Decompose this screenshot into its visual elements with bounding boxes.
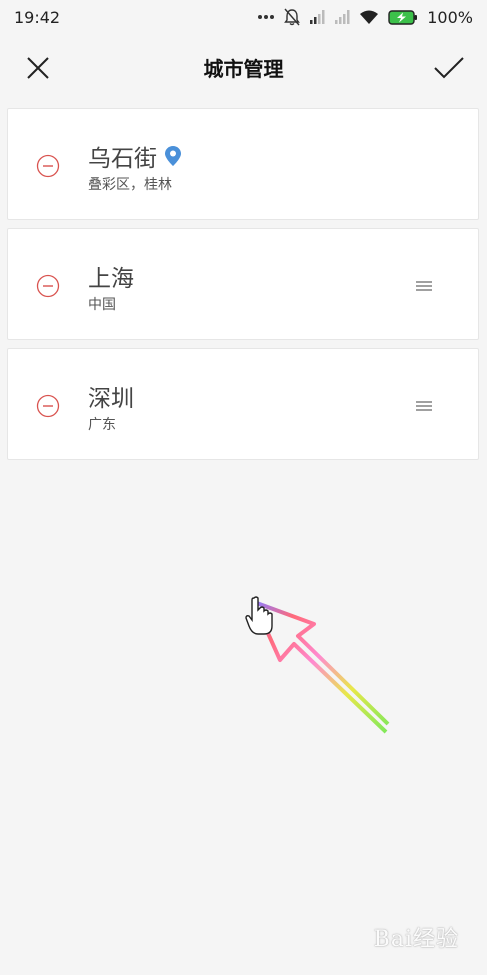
city-name: 乌石街 — [88, 146, 157, 172]
city-region: 中国 — [88, 297, 116, 313]
annotation-arrow-icon — [245, 596, 390, 734]
city-name-row: 上海 — [88, 259, 134, 293]
check-icon[interactable] — [433, 54, 465, 82]
more-dots-icon — [258, 15, 275, 19]
city-list: 乌石街 叠彩区，桂林 上海 中国 深圳 广东 — [7, 108, 479, 468]
remove-icon[interactable] — [36, 274, 60, 298]
status-time: 19:42 — [14, 7, 61, 27]
mute-bell-icon — [284, 8, 301, 26]
city-name: 深圳 — [88, 386, 134, 412]
city-name: 上海 — [88, 266, 134, 292]
page-title: 城市管理 — [203, 57, 284, 81]
city-name-row: 乌石街 — [88, 139, 181, 173]
top-bar: 城市管理 — [0, 34, 487, 100]
city-region: 叠彩区，桂林 — [88, 177, 172, 193]
watermark: Bai经验 — [373, 927, 459, 952]
city-card[interactable]: 上海 中国 — [7, 228, 479, 340]
wifi-icon — [360, 10, 379, 24]
remove-icon[interactable] — [36, 154, 60, 178]
signal-icon — [335, 10, 350, 24]
city-region: 广东 — [88, 417, 116, 433]
drag-handle-icon[interactable] — [416, 400, 432, 412]
status-bar: 19:42 100% — [0, 0, 487, 34]
city-name-row: 深圳 — [88, 379, 134, 413]
battery-percent: 100% — [427, 7, 473, 27]
drag-handle-icon[interactable] — [416, 280, 432, 292]
battery-charging-icon — [388, 9, 418, 25]
city-card[interactable]: 乌石街 叠彩区，桂林 — [7, 108, 479, 220]
status-icons: 100% — [257, 8, 473, 27]
signal-icon — [310, 10, 325, 24]
city-card[interactable]: 深圳 广东 — [7, 348, 479, 460]
remove-icon[interactable] — [36, 394, 60, 418]
location-pin-icon — [165, 146, 181, 166]
